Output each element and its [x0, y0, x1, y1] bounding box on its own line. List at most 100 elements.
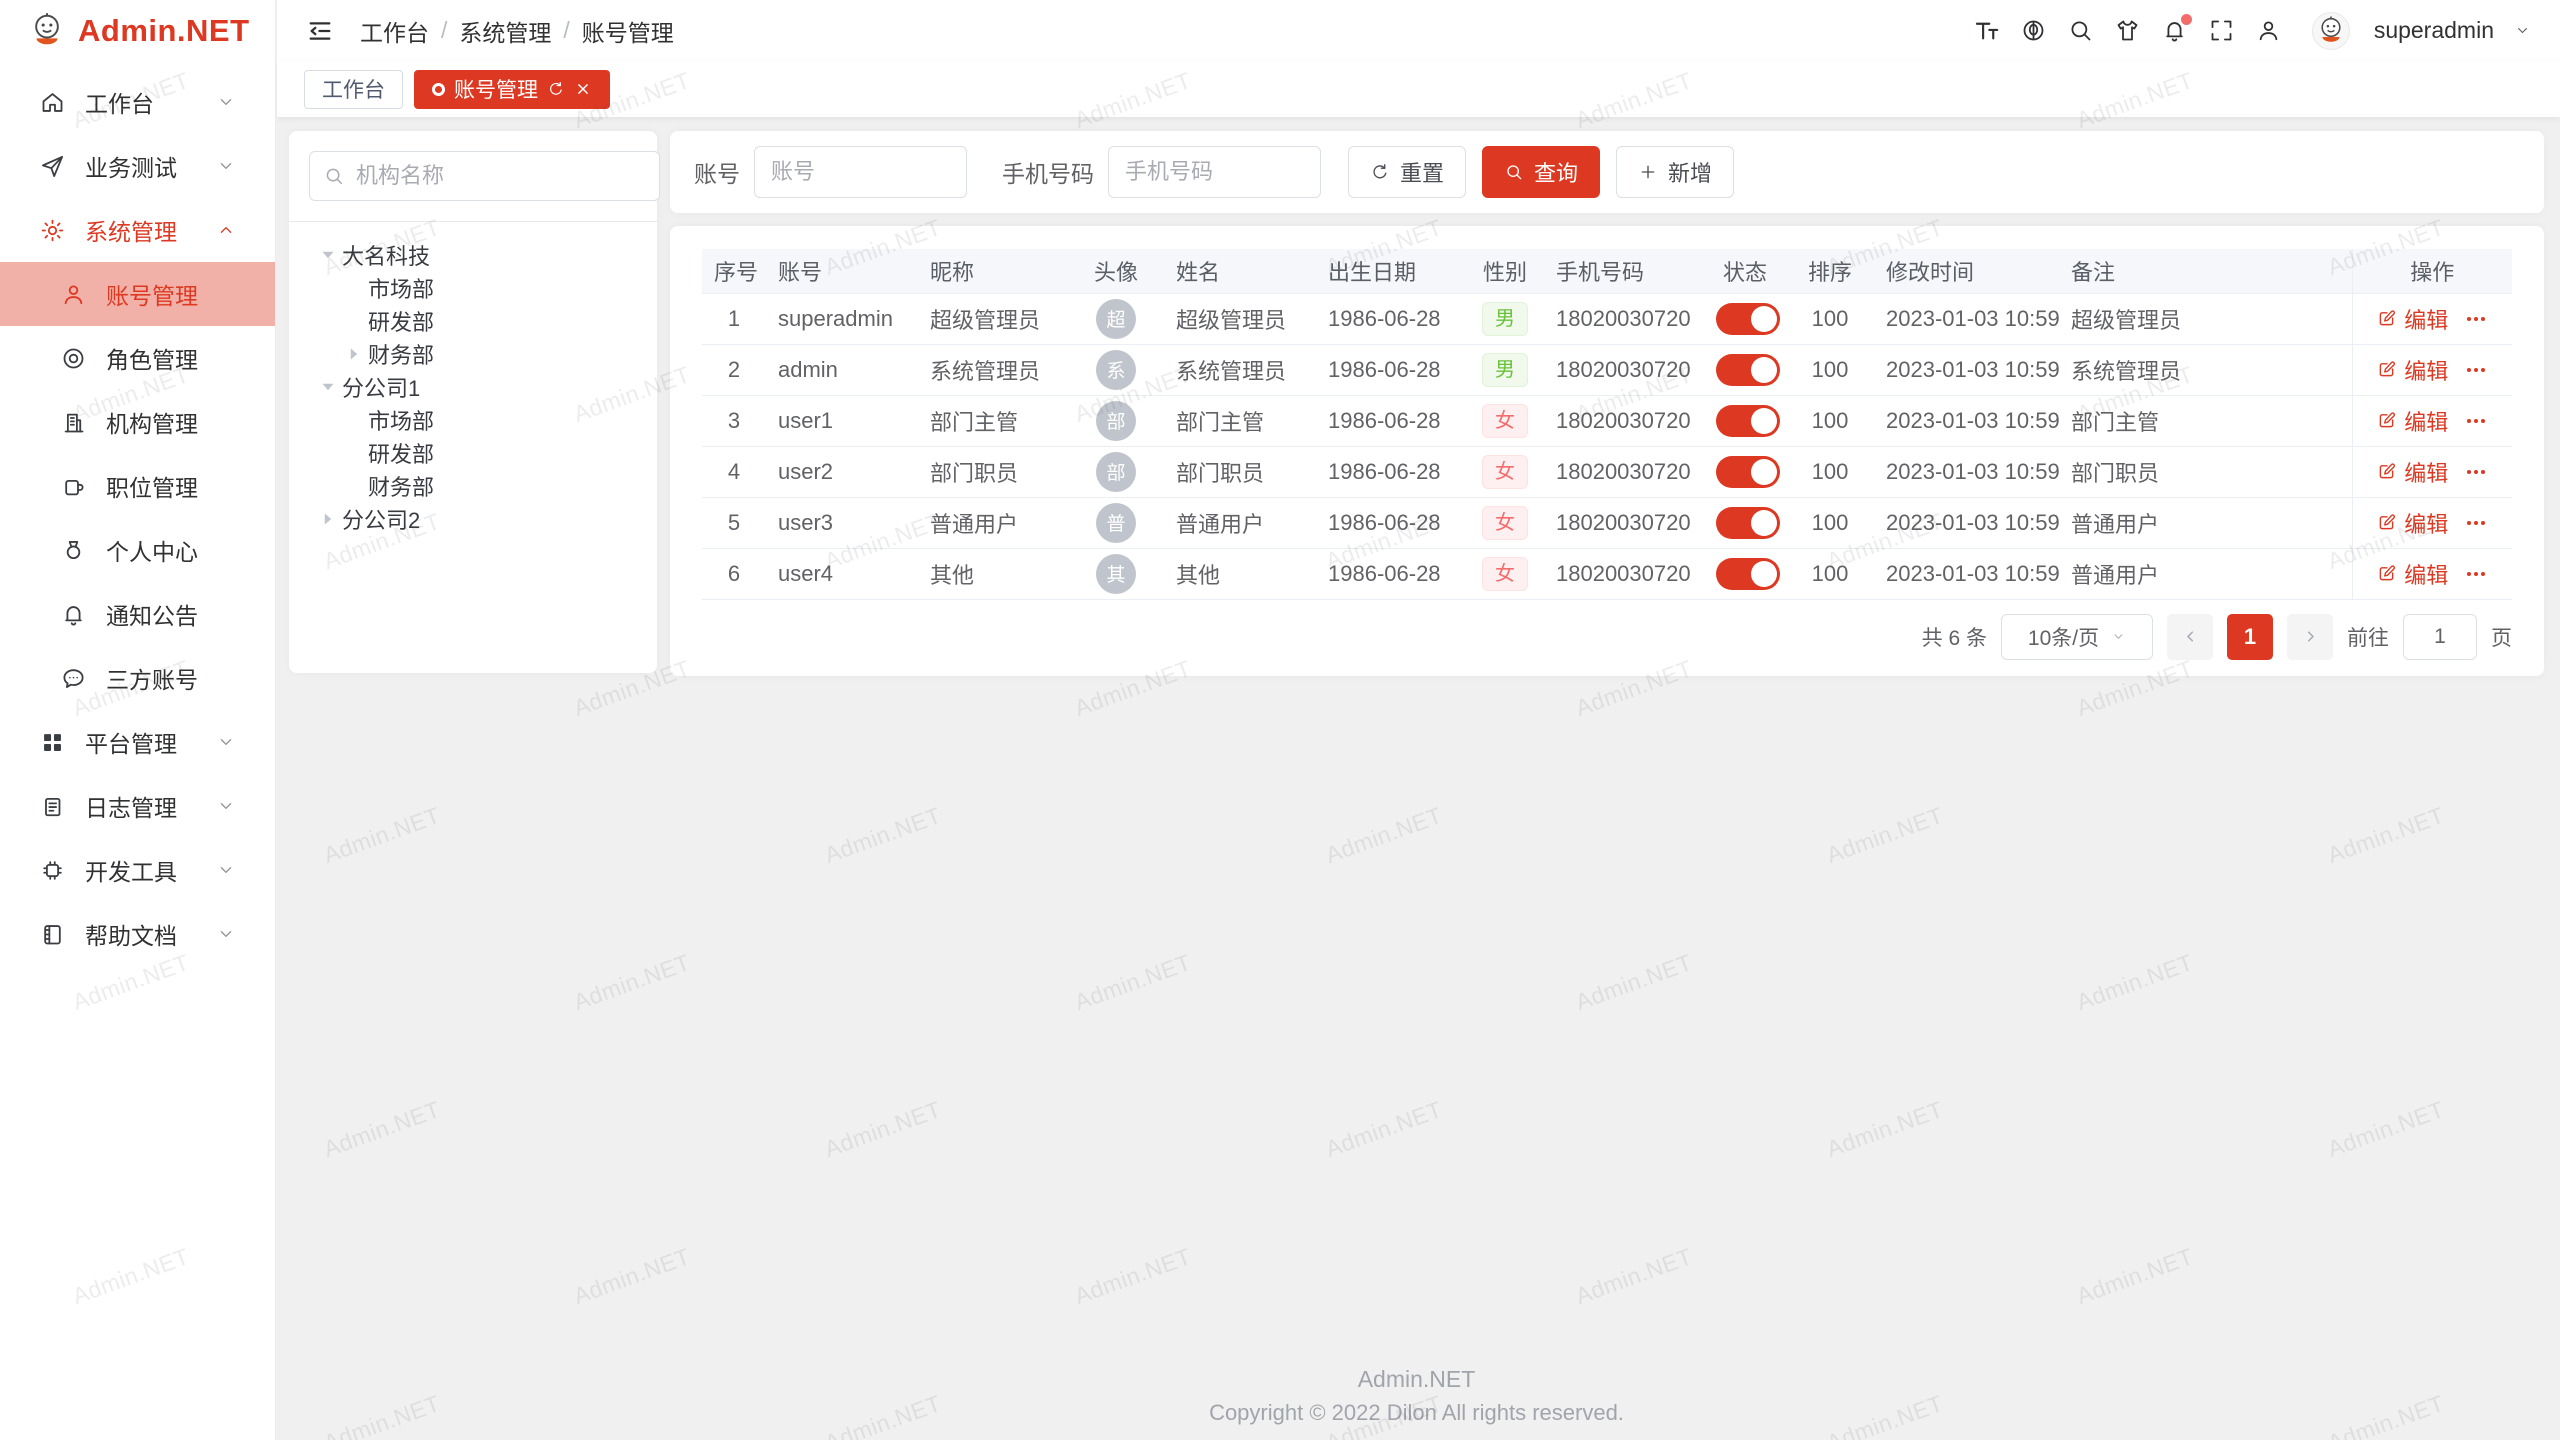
cell-name: 超级管理员 — [1164, 293, 1316, 344]
more-actions-icon[interactable] — [2464, 358, 2488, 382]
cell-birthday: 1986-06-28 — [1316, 344, 1466, 395]
tree-node[interactable]: 研发部 — [309, 436, 637, 469]
edit-button[interactable]: 编辑 — [2376, 558, 2448, 590]
more-actions-icon[interactable] — [2464, 562, 2488, 586]
sidebar-subitem-label: 机构管理 — [106, 405, 255, 439]
sidebar-item-label: 帮助文档 — [85, 917, 216, 951]
more-actions-icon[interactable] — [2464, 511, 2488, 535]
sidebar-subitem-chat[interactable]: 三方账号 — [0, 646, 275, 710]
tab-refresh-icon[interactable] — [547, 80, 565, 98]
status-toggle[interactable] — [1716, 303, 1780, 335]
tree-caret-spacer — [343, 475, 365, 497]
chevron-down-icon[interactable] — [2514, 22, 2531, 39]
row-operations: 编辑 — [2365, 354, 2501, 386]
col-header-ops: 操作 — [2352, 249, 2512, 293]
app-logo[interactable]: Admin.NET — [0, 0, 275, 62]
sidebar-item-gear[interactable]: 系统管理 — [0, 198, 275, 262]
sidebar-item-log[interactable]: 日志管理 — [0, 774, 275, 838]
tree-node[interactable]: 财务部 — [309, 337, 637, 370]
status-toggle[interactable] — [1716, 507, 1780, 539]
status-toggle[interactable] — [1716, 558, 1780, 590]
edit-button[interactable]: 编辑 — [2376, 405, 2448, 437]
cell-remark: 普通用户 — [2059, 548, 2352, 599]
sidebar-subitem-bell[interactable]: 通知公告 — [0, 582, 275, 646]
chevron-down-icon — [216, 796, 236, 816]
profile-link-icon[interactable] — [2255, 17, 2282, 44]
org-search-box — [309, 151, 660, 201]
page-size-select[interactable]: 10条/页 — [2001, 614, 2153, 660]
col-header-avatar: 头像 — [1068, 249, 1164, 293]
cell-nickname: 超级管理员 — [918, 293, 1068, 344]
font-size-icon[interactable] — [1973, 17, 2000, 44]
sidebar-subitem-role[interactable]: 角色管理 — [0, 326, 275, 390]
row-operations: 编辑 — [2365, 303, 2501, 335]
caret-right-icon[interactable] — [343, 343, 365, 365]
tab-close-icon[interactable] — [574, 80, 592, 98]
next-page-button[interactable] — [2287, 614, 2333, 660]
edit-button[interactable]: 编辑 — [2376, 354, 2448, 386]
tree-node[interactable]: 市场部 — [309, 271, 637, 304]
cell-name: 普通用户 — [1164, 497, 1316, 548]
global-search-icon[interactable] — [2067, 17, 2094, 44]
org-name-input[interactable] — [354, 162, 646, 190]
sidebar-subitem-user[interactable]: 账号管理 — [0, 262, 275, 326]
tree-node[interactable]: 研发部 — [309, 304, 637, 337]
more-actions-icon[interactable] — [2464, 460, 2488, 484]
caret-down-icon[interactable] — [317, 244, 339, 266]
tree-node[interactable]: 市场部 — [309, 403, 637, 436]
cell-name: 部门职员 — [1164, 446, 1316, 497]
reset-button[interactable]: 重置 — [1348, 146, 1466, 198]
sidebar-item-label: 系统管理 — [85, 213, 216, 247]
more-actions-icon[interactable] — [2464, 307, 2488, 331]
prev-page-button[interactable] — [2167, 614, 2213, 660]
status-toggle[interactable] — [1716, 456, 1780, 488]
caret-down-icon[interactable] — [317, 376, 339, 398]
tree-node[interactable]: 分公司2 — [309, 502, 637, 535]
row-operations: 编辑 — [2365, 405, 2501, 437]
add-button[interactable]: 新增 — [1616, 146, 1734, 198]
sidebar-item-grid[interactable]: 平台管理 — [0, 710, 275, 774]
sidebar-item-chip[interactable]: 开发工具 — [0, 838, 275, 902]
refresh-icon — [1370, 162, 1390, 182]
tab-item[interactable]: 工作台 — [304, 70, 403, 109]
edit-label: 编辑 — [2404, 507, 2448, 539]
tree-node[interactable]: 分公司1 — [309, 370, 637, 403]
tree-node-label: 研发部 — [368, 437, 434, 469]
language-icon[interactable] — [2020, 17, 2047, 44]
tree-node[interactable]: 财务部 — [309, 469, 637, 502]
edit-button[interactable]: 编辑 — [2376, 303, 2448, 335]
goto-page-input[interactable] — [2403, 614, 2477, 660]
user-avatar[interactable] — [2312, 12, 2350, 50]
sidebar-subitem-label: 职位管理 — [106, 469, 255, 503]
breadcrumb-item[interactable]: 账号管理 — [582, 14, 674, 48]
page-number-1[interactable]: 1 — [2227, 614, 2273, 660]
sidebar-subitem-org[interactable]: 机构管理 — [0, 390, 275, 454]
sidebar-item-home[interactable]: 工作台 — [0, 70, 275, 134]
edit-button[interactable]: 编辑 — [2376, 456, 2448, 488]
status-toggle[interactable] — [1716, 354, 1780, 386]
notification-bell-icon[interactable] — [2161, 17, 2188, 44]
tree-node-label: 分公司2 — [342, 503, 420, 535]
breadcrumb-item[interactable]: 工作台 — [360, 14, 429, 48]
sidebar-subitem-position[interactable]: 职位管理 — [0, 454, 275, 518]
fullscreen-icon[interactable] — [2208, 17, 2235, 44]
sidebar-item-book[interactable]: 帮助文档 — [0, 902, 275, 966]
tab-active[interactable]: 账号管理 — [414, 70, 610, 109]
edit-button[interactable]: 编辑 — [2376, 507, 2448, 539]
caret-right-icon[interactable] — [317, 508, 339, 530]
tree-node[interactable]: 大名科技 — [309, 238, 637, 271]
cell-gender: 女 — [1466, 497, 1544, 548]
phone-input[interactable] — [1108, 146, 1321, 198]
sidebar-item-send[interactable]: 业务测试 — [0, 134, 275, 198]
more-actions-icon[interactable] — [2464, 409, 2488, 433]
theme-skin-icon[interactable] — [2114, 17, 2141, 44]
cell-ops: 编辑 — [2352, 446, 2512, 497]
sidebar-subitem-profile[interactable]: 个人中心 — [0, 518, 275, 582]
collapse-menu-icon[interactable] — [306, 17, 334, 45]
account-input[interactable] — [754, 146, 967, 198]
username[interactable]: superadmin — [2374, 17, 2494, 44]
breadcrumb-item[interactable]: 系统管理 — [459, 14, 551, 48]
plus-icon — [1638, 162, 1658, 182]
status-toggle[interactable] — [1716, 405, 1780, 437]
query-button[interactable]: 查询 — [1482, 146, 1600, 198]
